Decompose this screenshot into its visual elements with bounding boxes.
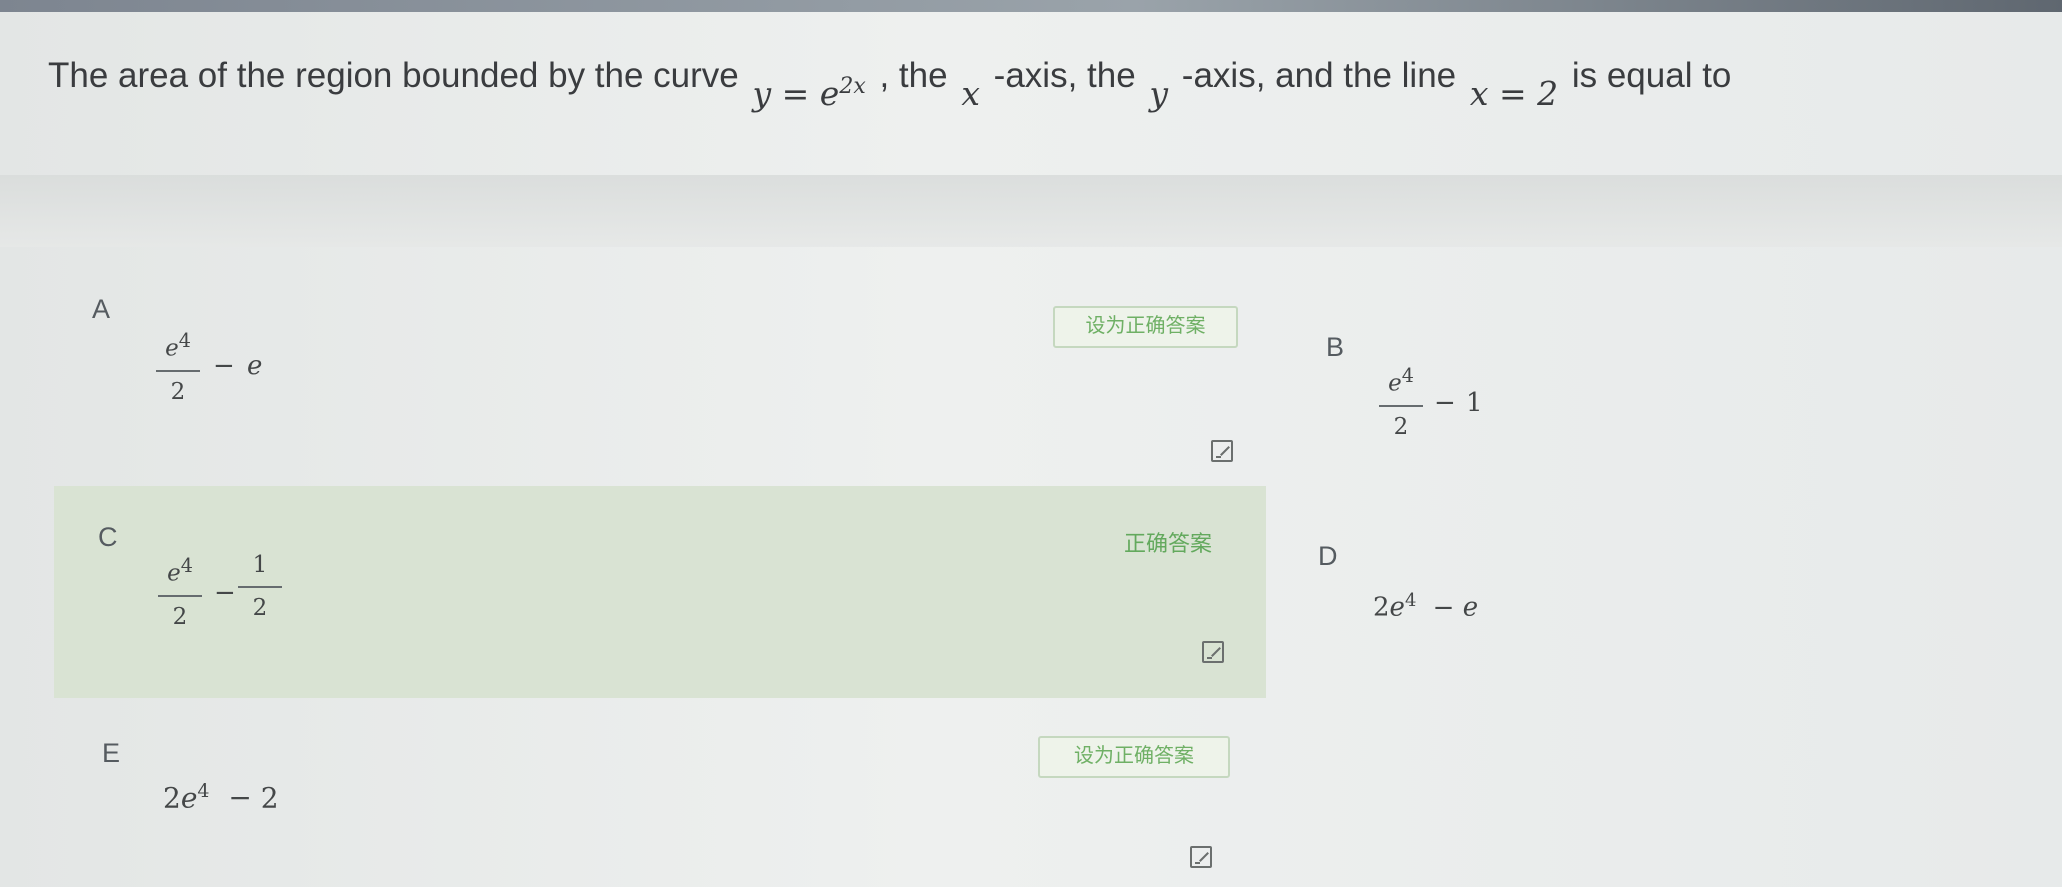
option-c-denominator-1: 2 (172, 603, 188, 630)
option-a-fraction: e4 2 (153, 327, 203, 406)
curve-y: y (752, 74, 772, 113)
question-text-part: is equal to (1571, 56, 1732, 95)
option-d-coefficient: 2 (1373, 592, 1390, 623)
minus-operator: − (1434, 388, 1456, 418)
question-text-part: -axis, and the line (1181, 56, 1457, 95)
option-c-numerator-1: e4 (167, 554, 193, 587)
set-correct-answer-button-e[interactable]: 设为正确答案 (1038, 736, 1230, 778)
edit-icon-c[interactable] (1202, 641, 1224, 663)
option-a-expression: e4 2 − e (153, 327, 383, 417)
fraction-bar (1379, 404, 1423, 407)
option-b-second-term: 1 (1466, 388, 1483, 418)
option-d-exponent: 4 (1404, 590, 1417, 611)
fraction-bar (238, 586, 282, 588)
option-c-denominator-2: 2 (252, 595, 268, 621)
option-c-numerator-2: 1 (252, 552, 268, 578)
option-c-fraction-2: 1 2 (235, 552, 285, 622)
option-b[interactable]: B e4 2 − 1 (1298, 296, 1968, 500)
option-letter-d: D (1318, 541, 1338, 571)
x-variable: x (961, 74, 980, 113)
quiz-page: The area of the region bounded by the cu… (0, 0, 2062, 887)
edit-icon-a[interactable] (1211, 440, 1233, 462)
question-text-part: The area of the region bounded by the cu… (48, 56, 739, 95)
question-text: The area of the region bounded by the cu… (48, 52, 2008, 152)
correct-answer-label: 正确答案 (1124, 531, 1213, 556)
option-d-expression: 2e4 − e (1373, 590, 1553, 635)
option-b-numerator: e4 (1388, 364, 1414, 397)
fraction-bar (158, 594, 202, 597)
option-d-base: e (1389, 592, 1405, 623)
option-e-expression: 2e4 − 2 (163, 780, 363, 825)
option-b-denominator: 2 (1393, 413, 1409, 440)
option-b-fraction: e4 2 (1376, 362, 1426, 441)
option-e-base: e (180, 781, 198, 815)
option-a[interactable]: A e4 2 − e 设为正确答案 (68, 272, 1298, 476)
minus-operator: − (214, 578, 236, 608)
minus-operator: − (1432, 592, 1455, 623)
fraction-bar (156, 369, 200, 372)
option-letter-e: E (102, 738, 121, 768)
minus-operator: − (213, 351, 235, 381)
set-correct-answer-button-a[interactable]: 设为正确答案 (1053, 306, 1238, 348)
curve-exponent: 2x (839, 74, 866, 99)
question-text-part: , the (879, 56, 948, 95)
option-b-expression: e4 2 − 1 (1376, 362, 1596, 452)
option-c-correct[interactable]: C e4 2 − 1 2 正确答案 (54, 486, 1266, 698)
question-text-part: -axis, the (993, 56, 1136, 95)
option-c-fraction-1: e4 2 (155, 552, 205, 631)
line-equation: x = 2 (1469, 74, 1559, 113)
option-d-second-term: e (1462, 592, 1479, 623)
option-a-denominator: 2 (170, 378, 186, 405)
curve-equation: y = e2x (753, 63, 866, 118)
option-c-expression: e4 2 − 1 2 (155, 552, 395, 642)
option-a-numerator: e4 (165, 329, 191, 362)
question-divider (0, 175, 2062, 247)
edit-icon-e[interactable] (1190, 846, 1212, 868)
option-letter-a: A (92, 294, 111, 324)
option-d[interactable]: D 2e4 − e (1298, 510, 1968, 700)
option-e[interactable]: E 2e4 − 2 设为正确答案 (68, 710, 1278, 880)
option-a-second-term: e (247, 351, 263, 381)
y-variable: y (1149, 74, 1169, 113)
minus-operator: − (228, 781, 252, 815)
option-letter-c: C (98, 522, 118, 552)
top-bar (0, 0, 2062, 12)
option-e-exponent: 4 (197, 780, 210, 802)
option-letter-b: B (1326, 332, 1345, 362)
option-e-coefficient: 2 (163, 781, 181, 815)
option-e-second-term: 2 (260, 781, 279, 815)
curve-equals-e: = e (771, 74, 840, 113)
